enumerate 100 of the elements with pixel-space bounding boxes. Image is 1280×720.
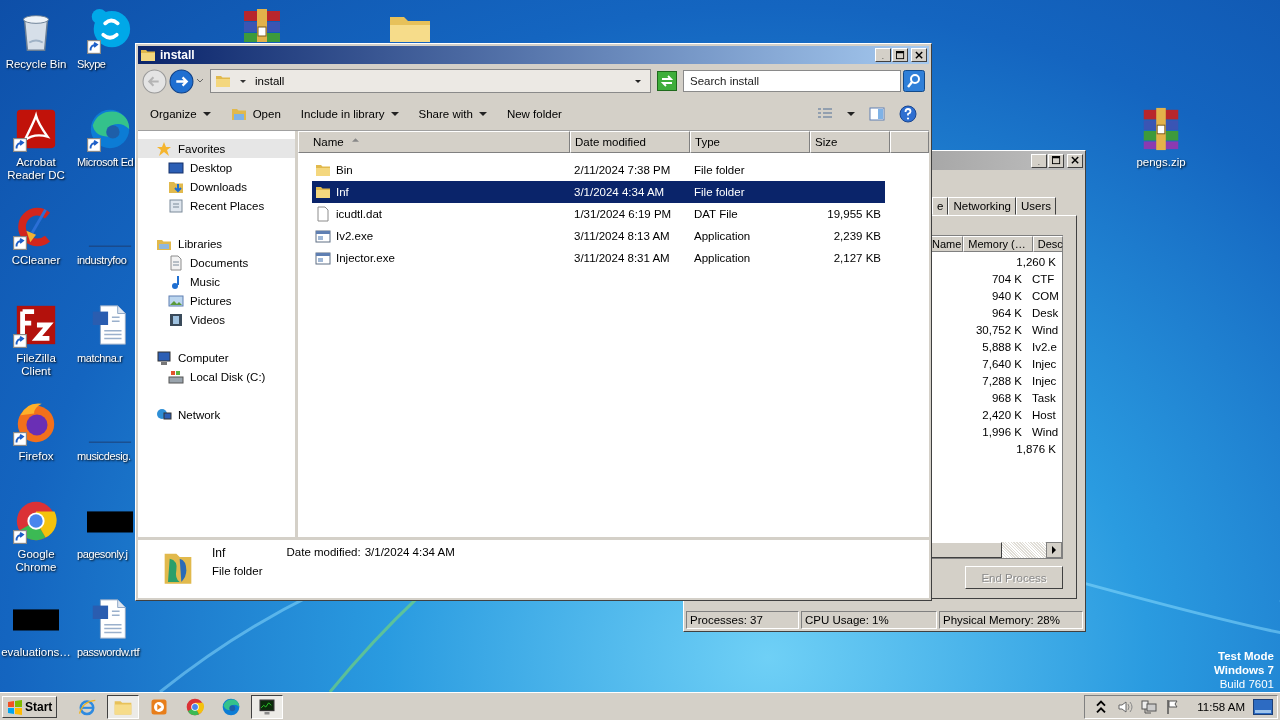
toolbar-button[interactable]: Open <box>224 103 287 125</box>
refresh-button[interactable] <box>657 71 677 91</box>
program-icon <box>315 228 331 244</box>
network-icon[interactable] <box>1141 698 1158 715</box>
close-button[interactable] <box>911 48 927 62</box>
nav-item[interactable]: Desktop <box>138 158 295 177</box>
toolbar-button[interactable]: Share with <box>412 105 493 123</box>
maximize-button[interactable] <box>892 48 908 62</box>
memory-cell-text: 5,888 K <box>981 340 1023 355</box>
file-name: Inf <box>336 186 349 198</box>
file-name: Injector.exe <box>336 252 395 264</box>
close-button[interactable] <box>1067 153 1083 168</box>
address-bar[interactable]: install <box>210 69 651 93</box>
computer-icon <box>156 349 172 366</box>
toolbar-button[interactable]: New folder <box>500 105 568 123</box>
size-cell-text: 19,955 KB <box>826 208 882 220</box>
nav-item[interactable]: Libraries <box>138 234 295 253</box>
memory-cell-text: 940 K <box>990 289 1023 304</box>
address-text: install <box>255 75 285 87</box>
tab[interactable]: Networking <box>948 197 1016 215</box>
icon-label: FileZilla Client <box>15 352 57 378</box>
taskbar-app-button[interactable] <box>251 694 284 719</box>
column-header[interactable]: Size <box>810 131 890 153</box>
description-cell-text: Injec <box>1031 357 1058 372</box>
memory-cell-text: 704 K <box>990 272 1023 287</box>
file-row[interactable]: Inf 3/1/2024 4:34 AM File folder <box>312 181 885 203</box>
file-row[interactable]: Iv2.exe 3/11/2024 8:13 AM Application 2,239 KB <box>312 225 885 247</box>
status-text: Physical Memory: 28% <box>939 611 1083 629</box>
maximize-icon <box>895 50 905 60</box>
scroll-right-icon[interactable] <box>1046 542 1062 558</box>
forward-button[interactable] <box>169 68 194 94</box>
icon-label: Acrobat Reader DC <box>6 156 66 182</box>
icon-label: evaluations… <box>0 646 72 659</box>
type-cell-text: DAT File <box>693 208 739 220</box>
nav-item[interactable]: Music <box>138 272 295 291</box>
help-icon[interactable] <box>899 105 917 123</box>
column-header[interactable]: Name <box>298 131 570 153</box>
memory-cell-text: 1,260 K <box>1015 255 1057 270</box>
speaker-icon[interactable] <box>1117 698 1134 715</box>
show-desktop-icon[interactable] <box>1253 698 1273 715</box>
nav-item[interactable]: Favorites <box>138 139 295 158</box>
history-caret-icon[interactable] <box>196 77 204 85</box>
nav-item[interactable]: Pictures <box>138 291 295 310</box>
type-cell-text: Application <box>693 230 752 242</box>
icon-label: Recycle Bin <box>4 58 68 71</box>
memory-cell-text: 968 K <box>990 391 1023 406</box>
folder-icon <box>140 47 156 63</box>
toolbar-button[interactable]: Include in library <box>294 105 405 123</box>
search-field[interactable]: Search install <box>683 70 901 92</box>
type-cell-text: File folder <box>693 164 746 176</box>
description-cell-text: COM <box>1031 289 1060 304</box>
recent-places-icon <box>168 197 184 214</box>
document-icon <box>168 254 184 271</box>
column-header[interactable]: Desc <box>1032 236 1063 252</box>
tab[interactable]: Users <box>1015 197 1056 215</box>
horizontal-scrollbar[interactable] <box>930 542 1062 558</box>
column-header[interactable]: Date modified <box>570 131 690 153</box>
taskbar-app-button[interactable] <box>107 694 140 719</box>
date-cell-text: 3/1/2024 4:34 AM <box>573 186 666 198</box>
icon-label: Firefox <box>17 450 55 463</box>
description-cell-text: Injec <box>1031 374 1058 389</box>
nav-item[interactable]: Videos <box>138 310 295 329</box>
maximize-icon <box>1051 156 1061 165</box>
description-cell-text: Host <box>1031 408 1057 423</box>
date-cell-text: 3/11/2024 8:13 AM <box>573 230 671 242</box>
nav-item[interactable]: Computer <box>138 348 295 367</box>
breadcrumb-caret-icon[interactable] <box>239 77 247 85</box>
caret-icon[interactable] <box>847 110 855 118</box>
nav-item[interactable]: Recent Places <box>138 196 295 215</box>
file-row[interactable]: Bin 2/11/2024 7:38 PM File folder <box>312 159 885 181</box>
maximize-button[interactable] <box>1048 153 1064 168</box>
column-header[interactable]: Type <box>690 131 810 153</box>
nav-item[interactable]: Documents <box>138 253 295 272</box>
icon-label: musicdesig. <box>76 450 131 463</box>
minimize-button[interactable] <box>1031 153 1047 168</box>
close-icon <box>1070 156 1080 165</box>
icon-label: passwordw.rtf <box>76 646 140 659</box>
nav-item[interactable]: Local Disk (C:) <box>138 367 295 386</box>
minimize-button[interactable] <box>875 48 891 62</box>
description-cell-text: Wind <box>1031 323 1060 338</box>
memory-cell-text: 2,420 K <box>981 408 1023 423</box>
search-icon[interactable] <box>903 70 925 92</box>
program-icon <box>315 250 331 266</box>
column-header[interactable]: Memory (… <box>963 236 1033 252</box>
file-row[interactable]: Injector.exe 3/11/2024 8:31 AM Application 2,127 KB <box>312 247 885 269</box>
drive-icon <box>168 368 184 385</box>
file-row[interactable]: icudtl.dat 1/31/2024 6:19 PM DAT File 19,955 KB <box>312 203 885 225</box>
toolbar-button[interactable]: Organize <box>144 105 217 123</box>
os-notice-text: Test Mode <box>1218 649 1274 663</box>
description-cell-text: Task <box>1031 391 1057 406</box>
icon-label: Skype <box>76 58 106 71</box>
dropdown-caret-icon[interactable] <box>634 77 642 85</box>
clock[interactable]: 11:58 AM <box>1197 700 1245 713</box>
file-name: icudtl.dat <box>336 208 383 220</box>
tab[interactable]: e <box>932 197 949 215</box>
nav-item[interactable]: Network <box>138 405 295 424</box>
nav-item[interactable]: Downloads <box>138 177 295 196</box>
start-button[interactable]: Start <box>2 695 58 718</box>
date-cell-text: 2/11/2024 7:38 PM <box>573 164 672 176</box>
network-icon <box>156 406 172 423</box>
